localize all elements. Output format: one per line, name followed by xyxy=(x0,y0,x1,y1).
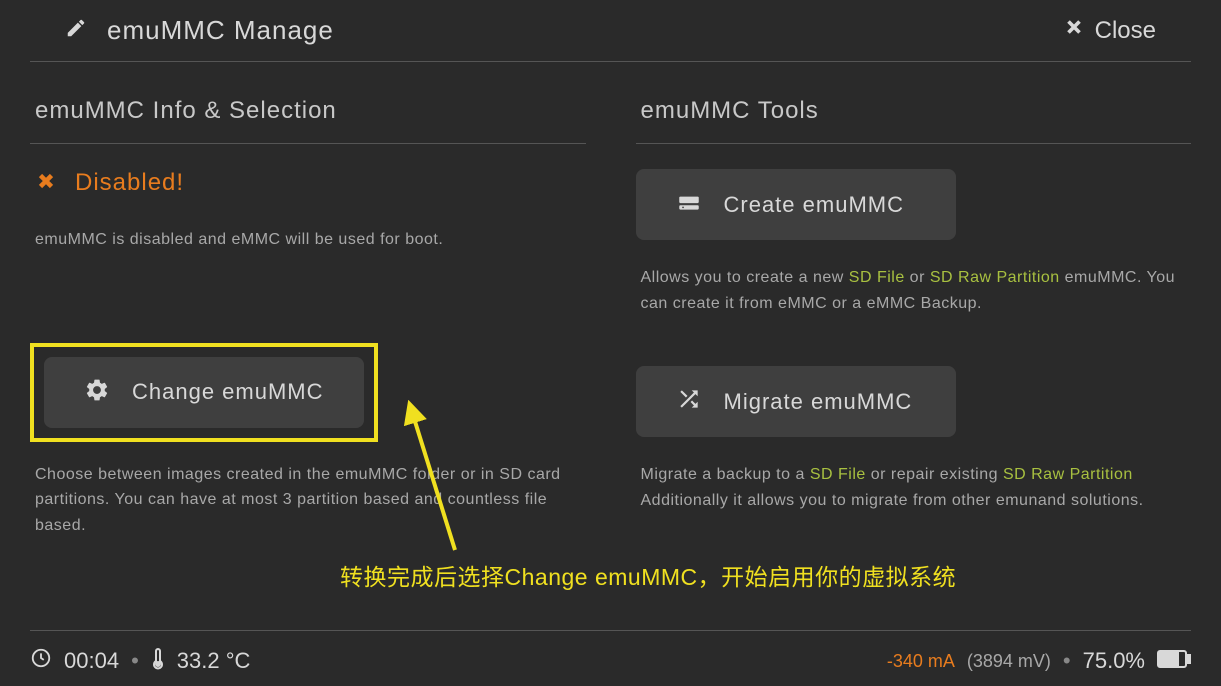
migrate-tool-block: Migrate emuMMC Migrate a backup to a SD … xyxy=(636,366,1192,513)
current-value: -340 mA xyxy=(887,651,955,672)
highlight-box: Change emuMMC xyxy=(30,343,378,442)
close-icon xyxy=(1063,16,1085,45)
temp-value: 33.2 °C xyxy=(177,648,251,674)
create-tool-block: Create emuMMC Allows you to create a new… xyxy=(636,169,1192,316)
create-button-label: Create emuMMC xyxy=(724,192,904,218)
create-emummc-button[interactable]: Create emuMMC xyxy=(636,169,956,240)
header-left: emuMMC Manage xyxy=(65,15,334,46)
migrate-sd-file-link: SD File xyxy=(810,466,866,483)
migrate-desc-pre: Migrate a backup to a xyxy=(641,466,810,483)
separator-dot: • xyxy=(131,648,139,674)
gear-icon xyxy=(84,377,110,408)
time-value: 00:04 xyxy=(64,648,119,674)
tools-section-title: emuMMC Tools xyxy=(636,97,1192,144)
change-description: Choose between images created in the emu… xyxy=(30,462,586,539)
close-label: Close xyxy=(1095,17,1156,45)
drive-icon xyxy=(676,189,702,220)
thermometer-icon xyxy=(151,646,165,676)
battery-icon xyxy=(1157,648,1191,674)
pencil-icon xyxy=(65,17,87,44)
sd-file-link: SD File xyxy=(849,269,905,286)
footer: 00:04 • 33.2 °C -340 mA (3894 mV) • 75.0… xyxy=(30,630,1191,676)
migrate-button-label: Migrate emuMMC xyxy=(724,389,913,415)
tools-column: emuMMC Tools Create emuMMC Allows you to… xyxy=(636,97,1192,563)
create-desc-mid: or xyxy=(905,269,930,286)
migrate-description: Migrate a backup to a SD File or repair … xyxy=(636,462,1192,513)
voltage-value: (3894 mV) xyxy=(967,651,1051,672)
create-description: Allows you to create a new SD File or SD… xyxy=(636,265,1192,316)
info-section-title: emuMMC Info & Selection xyxy=(30,97,586,144)
change-button-label: Change emuMMC xyxy=(132,379,324,405)
page-title: emuMMC Manage xyxy=(107,15,334,46)
cross-icon xyxy=(35,170,57,197)
info-column: emuMMC Info & Selection Disabled! emuMMC… xyxy=(30,97,586,563)
annotation-text: 转换完成后选择Change emuMMC，开始启用你的虚拟系统 xyxy=(340,558,956,592)
migrate-desc-mid: or repair existing xyxy=(866,466,1003,483)
create-desc-pre: Allows you to create a new xyxy=(641,269,849,286)
header: emuMMC Manage Close xyxy=(30,0,1191,62)
battery-value: 75.0% xyxy=(1083,648,1145,674)
migrate-sd-raw-link: SD Raw Partition xyxy=(1003,466,1133,483)
shuffle-icon xyxy=(676,386,702,417)
status-text: Disabled! xyxy=(75,169,184,197)
separator-dot-2: • xyxy=(1063,648,1071,674)
status-row: Disabled! xyxy=(30,169,586,197)
footer-right: -340 mA (3894 mV) • 75.0% xyxy=(887,648,1191,674)
clock-icon xyxy=(30,647,52,675)
migrate-desc-post: Additionally it allows you to migrate fr… xyxy=(641,492,1144,509)
main-content: emuMMC Info & Selection Disabled! emuMMC… xyxy=(0,62,1221,563)
sd-raw-partition-link: SD Raw Partition xyxy=(930,269,1060,286)
status-description: emuMMC is disabled and eMMC will be used… xyxy=(30,227,586,253)
footer-left: 00:04 • 33.2 °C xyxy=(30,646,250,676)
close-button[interactable]: Close xyxy=(1063,16,1156,45)
change-emummc-button[interactable]: Change emuMMC xyxy=(44,357,364,428)
migrate-emummc-button[interactable]: Migrate emuMMC xyxy=(636,366,956,437)
